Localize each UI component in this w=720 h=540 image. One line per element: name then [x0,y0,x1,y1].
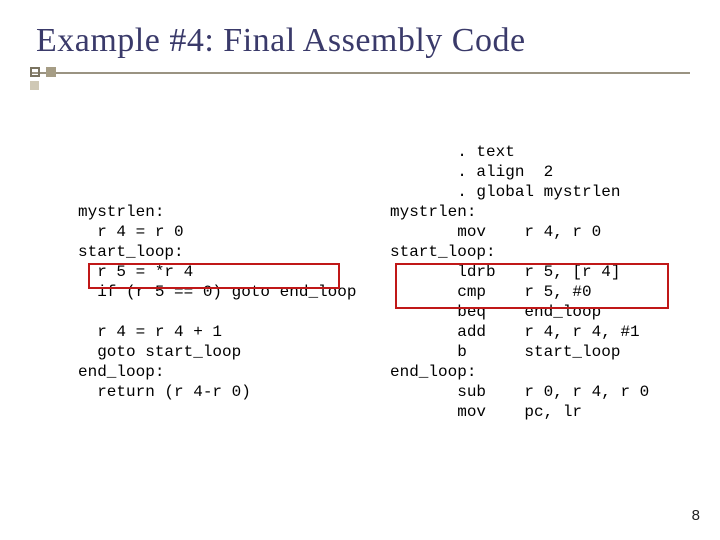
highlight-box-right [395,263,669,309]
decor-square-light [30,81,39,90]
pseudocode-block: mystrlen: r 4 = r 0 start_loop: r 5 = *r… [78,202,356,402]
page-number: 8 [692,507,700,524]
slide: Example #4: Final Assembly Code mystrlen… [0,0,720,540]
title-block: Example #4: Final Assembly Code [36,22,526,60]
slide-title: Example #4: Final Assembly Code [36,22,526,60]
highlight-box-left [88,263,340,289]
decor-square-dark [46,67,56,77]
title-underline-decor [0,67,720,87]
underline-line [30,72,690,74]
decor-square-outline [30,67,40,77]
